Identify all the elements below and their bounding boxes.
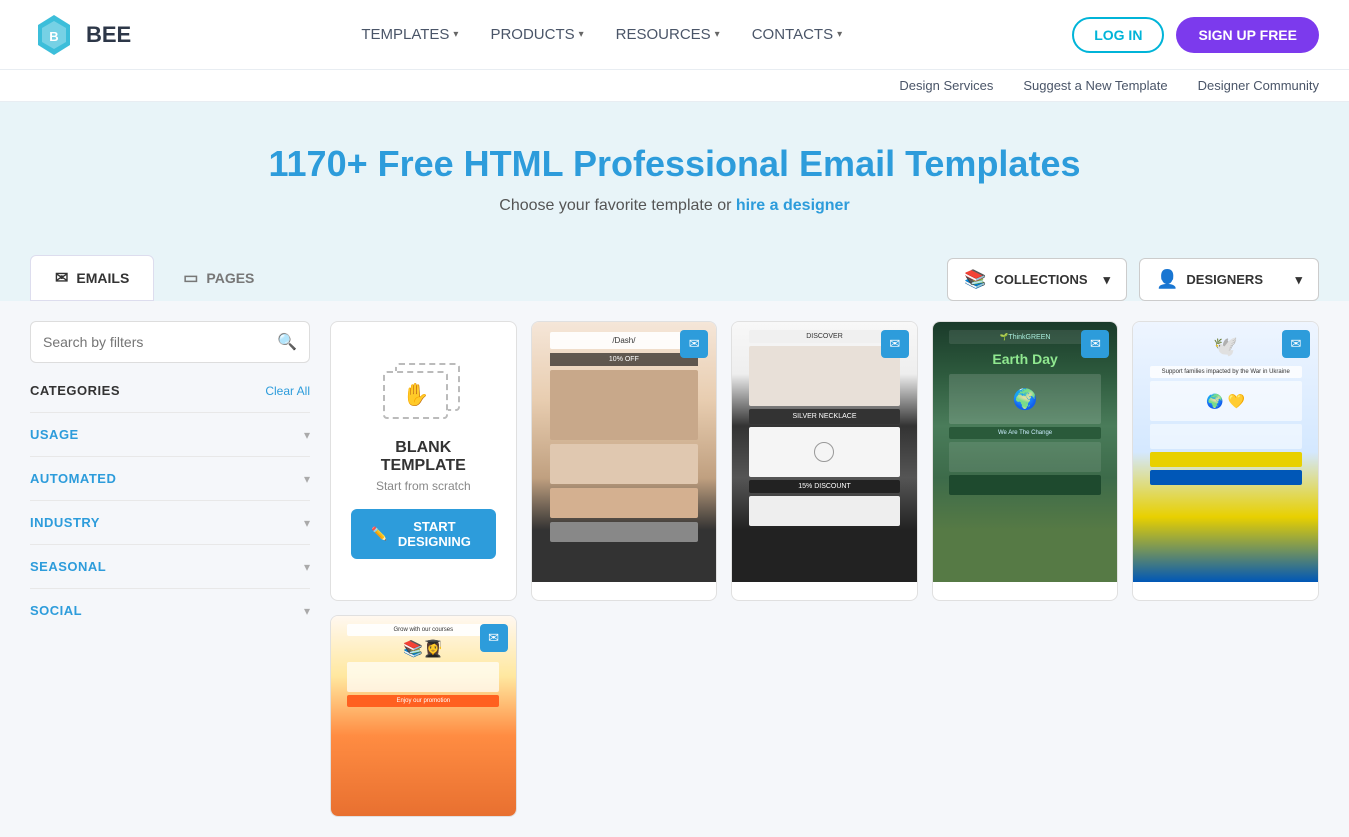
hire-designer-link[interactable]: hire a designer bbox=[736, 197, 850, 214]
nav-resources[interactable]: RESOURCES ▾ bbox=[616, 26, 720, 43]
search-input[interactable] bbox=[43, 334, 277, 350]
sidebar-item-usage[interactable]: USAGE ▾ bbox=[30, 412, 310, 456]
email-badge: ✉ bbox=[680, 330, 708, 358]
nav-contacts[interactable]: CONTACTS ▾ bbox=[752, 26, 842, 43]
logo[interactable]: B BEE bbox=[30, 11, 131, 59]
email-tab-icon: ✉ bbox=[55, 268, 68, 288]
email-badge: ✉ bbox=[480, 624, 508, 652]
designers-chevron-icon: ▾ bbox=[1295, 272, 1302, 288]
collections-dropdown[interactable]: 📚 COLLECTIONS ▾ bbox=[947, 258, 1127, 301]
sidebar-item-automated[interactable]: AUTOMATED ▾ bbox=[30, 456, 310, 500]
chevron-down-icon: ▾ bbox=[579, 29, 584, 40]
template-thumbnail: 🌱ThinkGREEN Earth Day 🌍 We Are The Chang… bbox=[933, 322, 1118, 582]
chevron-down-icon: ▾ bbox=[837, 29, 842, 40]
template-card[interactable]: /Dash/ 10% OFF ✉ bbox=[531, 321, 718, 601]
categories-header: CATEGORIES Clear All bbox=[30, 383, 310, 398]
categories-title: CATEGORIES bbox=[30, 383, 120, 398]
template-card[interactable]: 🕊️ Support families impacted by the War … bbox=[1132, 321, 1319, 601]
social-chevron-icon: ▾ bbox=[304, 604, 310, 618]
filter-dropdowns: 📚 COLLECTIONS ▾ 👤 DESIGNERS ▾ bbox=[947, 258, 1319, 301]
seasonal-chevron-icon: ▾ bbox=[304, 560, 310, 574]
main-header: B BEE TEMPLATES ▾ PRODUCTS ▾ RESOURCES ▾… bbox=[0, 0, 1349, 70]
chevron-down-icon: ▾ bbox=[453, 29, 458, 40]
sidebar: 🔍 CATEGORIES Clear All USAGE ▾ AUTOMATED… bbox=[30, 321, 310, 817]
header-actions: LOG IN SIGN UP FREE bbox=[1072, 17, 1319, 53]
svg-text:B: B bbox=[49, 29, 58, 44]
hero-subtitle: Choose your favorite template or hire a … bbox=[30, 197, 1319, 215]
logo-text: BEE bbox=[86, 22, 131, 48]
template-thumbnail: DISCOVER SILVER NECKLACE 15% DISCOUNT bbox=[732, 322, 917, 582]
nav-products[interactable]: PRODUCTS ▾ bbox=[490, 26, 583, 43]
search-icon[interactable]: 🔍 bbox=[277, 332, 297, 352]
template-card[interactable]: 🌱ThinkGREEN Earth Day 🌍 We Are The Chang… bbox=[932, 321, 1119, 601]
template-card[interactable]: DISCOVER SILVER NECKLACE 15% DISCOUNT ✉ bbox=[731, 321, 918, 601]
pencil-icon: ✏️ bbox=[371, 526, 387, 542]
designer-community-link[interactable]: Designer Community bbox=[1198, 78, 1319, 93]
template-card[interactable]: Grow with our courses 📚👩‍🎓 Enjoy our pro… bbox=[330, 615, 517, 817]
email-badge: ✉ bbox=[1081, 330, 1109, 358]
industry-chevron-icon: ▾ bbox=[304, 516, 310, 530]
email-badge: ✉ bbox=[881, 330, 909, 358]
template-grid: ✋ BLANK TEMPLATE Start from scratch ✏️ S… bbox=[330, 321, 1319, 817]
suggest-template-link[interactable]: Suggest a New Template bbox=[1023, 78, 1167, 93]
login-button[interactable]: LOG IN bbox=[1072, 17, 1164, 53]
blank-template-card[interactable]: ✋ BLANK TEMPLATE Start from scratch ✏️ S… bbox=[330, 321, 517, 601]
designers-icon: 👤 bbox=[1156, 269, 1178, 290]
template-thumbnail: /Dash/ 10% OFF bbox=[532, 322, 717, 582]
hero-section: 1170+ Free HTML Professional Email Templ… bbox=[0, 102, 1349, 235]
tab-emails[interactable]: ✉ EMAILS bbox=[30, 255, 154, 301]
sub-nav: Design Services Suggest a New Template D… bbox=[0, 70, 1349, 102]
search-box[interactable]: 🔍 bbox=[30, 321, 310, 363]
automated-chevron-icon: ▾ bbox=[304, 472, 310, 486]
design-services-link[interactable]: Design Services bbox=[899, 78, 993, 93]
clear-all-button[interactable]: Clear All bbox=[265, 384, 310, 398]
sidebar-item-social[interactable]: SOCIAL ▾ bbox=[30, 588, 310, 632]
sidebar-item-seasonal[interactable]: SEASONAL ▾ bbox=[30, 544, 310, 588]
signup-button[interactable]: SIGN UP FREE bbox=[1176, 17, 1319, 53]
sidebar-item-industry[interactable]: INDUSTRY ▾ bbox=[30, 500, 310, 544]
template-thumbnail: 🕊️ Support families impacted by the War … bbox=[1133, 322, 1318, 582]
main-nav: TEMPLATES ▾ PRODUCTS ▾ RESOURCES ▾ CONTA… bbox=[361, 26, 842, 43]
nav-templates[interactable]: TEMPLATES ▾ bbox=[361, 26, 458, 43]
start-designing-button[interactable]: ✏️ START DESIGNING bbox=[351, 509, 496, 559]
blank-template-subtitle: Start from scratch bbox=[376, 479, 471, 493]
designers-dropdown[interactable]: 👤 DESIGNERS ▾ bbox=[1139, 258, 1319, 301]
email-badge: ✉ bbox=[1282, 330, 1310, 358]
content-tabs: ✉ EMAILS ▭ PAGES bbox=[30, 255, 279, 301]
usage-chevron-icon: ▾ bbox=[304, 428, 310, 442]
main-content: 🔍 CATEGORIES Clear All USAGE ▾ AUTOMATED… bbox=[0, 301, 1349, 837]
chevron-down-icon: ▾ bbox=[715, 29, 720, 40]
tab-pages[interactable]: ▭ PAGES bbox=[158, 255, 279, 301]
tabs-filters-row: ✉ EMAILS ▭ PAGES 📚 COLLECTIONS ▾ 👤 DESIG… bbox=[0, 235, 1349, 301]
blank-template-title: BLANK TEMPLATE bbox=[381, 439, 466, 475]
collections-chevron-icon: ▾ bbox=[1103, 272, 1110, 288]
logo-icon: B bbox=[30, 11, 78, 59]
collections-icon: 📚 bbox=[964, 269, 986, 290]
pages-tab-icon: ▭ bbox=[183, 268, 198, 288]
hero-title: 1170+ Free HTML Professional Email Templ… bbox=[30, 142, 1319, 185]
